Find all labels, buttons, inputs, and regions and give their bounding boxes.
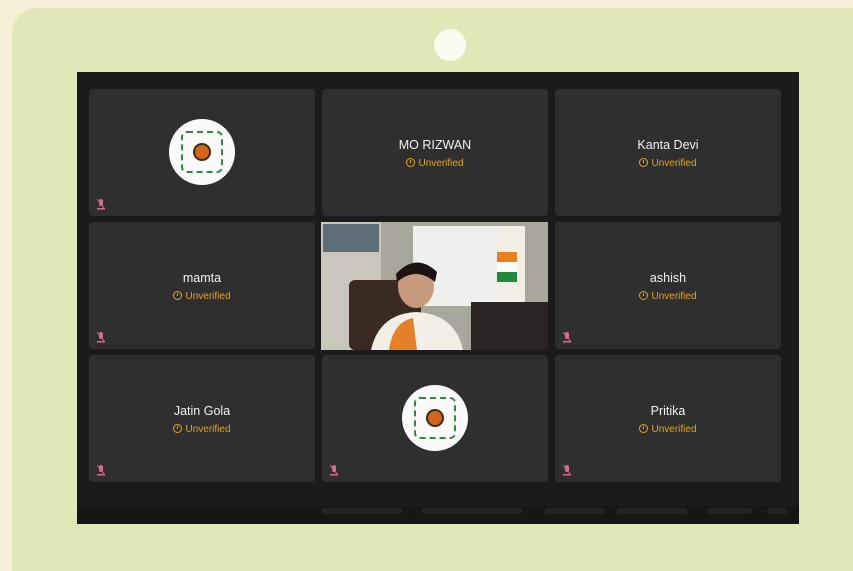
toolbar-button[interactable] [545, 508, 605, 514]
video-frame [321, 222, 548, 350]
participant-name: Pritika [650, 404, 686, 418]
toolbar-button[interactable] [322, 508, 402, 514]
clock-icon [639, 158, 649, 167]
logo-icon [402, 385, 468, 451]
participant-name: Jatin Gola [173, 404, 231, 418]
participant-video[interactable] [321, 222, 548, 350]
status-badge: Unverified [89, 291, 315, 302]
participant-tile[interactable]: MO RIZWAN Unverified [322, 89, 548, 216]
clock-icon [173, 424, 183, 433]
meeting-toolbar [77, 506, 799, 524]
mic-muted-icon [563, 465, 571, 476]
status-badge: Unverified [555, 158, 781, 169]
participant-tile[interactable]: ashish Unverified [555, 222, 781, 349]
status-badge: Unverified [555, 291, 781, 302]
participant-name: mamta [182, 271, 222, 285]
status-badge: Unverified [555, 424, 781, 435]
participant-tile[interactable]: Pritika Unverified [555, 355, 781, 482]
participant-tile[interactable] [89, 89, 315, 216]
mic-muted-icon [563, 332, 571, 343]
logo-icon [169, 119, 235, 185]
toolbar-button[interactable] [422, 508, 522, 514]
participant-name: Kanta Devi [637, 138, 699, 152]
participant-tile[interactable]: mamta Unverified [89, 222, 315, 349]
mic-muted-icon [97, 332, 105, 343]
mic-muted-icon [330, 465, 338, 476]
mic-muted-icon [97, 199, 105, 210]
toolbar-button[interactable] [617, 508, 687, 514]
participant-name: MO RIZWAN [398, 138, 472, 152]
participant-tile[interactable]: Kanta Devi Unverified [555, 89, 781, 216]
camera-dot [434, 29, 466, 61]
clock-icon [406, 158, 416, 167]
participant-tile[interactable] [322, 355, 548, 482]
clock-icon [639, 291, 649, 300]
participant-tile[interactable]: Jatin Gola Unverified [89, 355, 315, 482]
meeting-grid: MO RIZWAN Unverified Kanta Devi Unverifi… [77, 72, 799, 524]
participant-name: ashish [649, 271, 687, 285]
clock-icon [173, 291, 183, 300]
mic-muted-icon [97, 465, 105, 476]
clock-icon [639, 424, 649, 433]
toolbar-button[interactable] [767, 508, 787, 514]
status-badge: Unverified [322, 158, 548, 169]
toolbar-button[interactable] [707, 508, 752, 514]
status-badge: Unverified [89, 424, 315, 435]
